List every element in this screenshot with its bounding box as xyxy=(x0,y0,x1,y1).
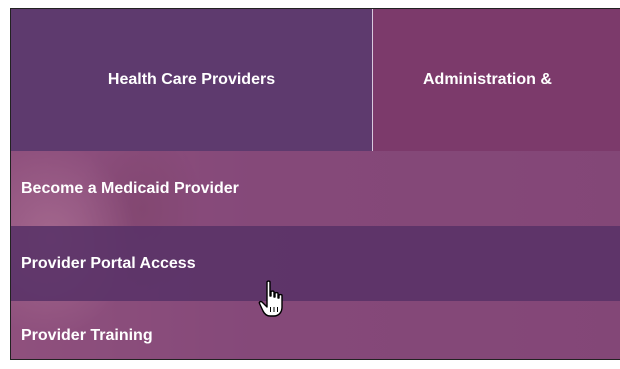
menu-item-provider-training[interactable]: Provider Training xyxy=(11,301,620,359)
menu-item-become-medicaid-provider[interactable]: Become a Medicaid Provider xyxy=(11,151,620,226)
menu-item-provider-portal-access[interactable]: Provider Portal Access xyxy=(11,226,620,301)
menu-item-label: Provider Training xyxy=(21,327,153,344)
health-care-providers-dropdown-menu: Become a Medicaid Provider Provider Port… xyxy=(11,151,620,359)
site-navigation-frame: Health Care Providers Administration & B… xyxy=(10,8,620,360)
nav-tab-health-care-providers[interactable]: Health Care Providers xyxy=(11,9,373,151)
nav-tab-administration[interactable]: Administration & xyxy=(373,9,620,151)
top-navigation-bar: Health Care Providers Administration & xyxy=(11,9,620,151)
hand-pointer-icon xyxy=(258,280,283,317)
nav-tab-label: Health Care Providers xyxy=(107,71,276,88)
menu-item-label: Provider Portal Access xyxy=(21,254,196,272)
menu-item-label: Become a Medicaid Provider xyxy=(21,179,239,197)
nav-tab-label: Administration & xyxy=(423,71,552,88)
